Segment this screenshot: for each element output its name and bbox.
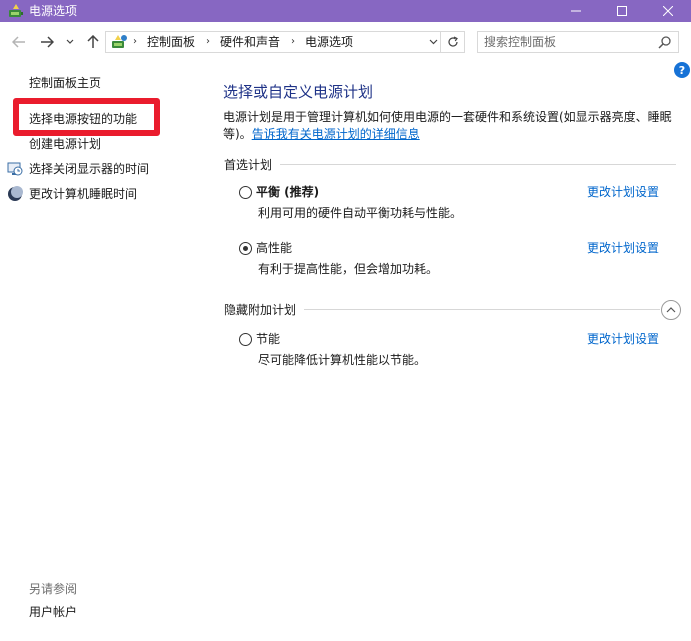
- moon-icon: [8, 186, 23, 201]
- chevron-down-icon: [66, 39, 74, 44]
- plan-power-saver-radio[interactable]: [239, 333, 252, 346]
- sidebar-link-control-panel-home[interactable]: 控制面板主页: [29, 75, 101, 91]
- power-options-icon: [9, 4, 23, 17]
- chevron-up-icon: [666, 307, 676, 313]
- help-icon: ?: [678, 63, 686, 77]
- sidebar-link-display-off[interactable]: 选择关闭显示器的时间: [7, 161, 149, 177]
- maximize-icon: [617, 6, 627, 16]
- plan-high-performance-radio[interactable]: [239, 242, 252, 255]
- chevron-down-icon: [429, 39, 437, 45]
- control-panel-icon: [112, 35, 127, 48]
- window-title: 电源选项: [29, 4, 78, 18]
- search-box[interactable]: [477, 31, 679, 53]
- plan-description: 尽可能降低计算机性能以节能。: [258, 353, 427, 367]
- change-plan-settings-link[interactable]: 更改计划设置: [587, 184, 659, 200]
- preferred-plans-header: 首选计划: [224, 157, 281, 173]
- breadcrumb-control-panel[interactable]: 控制面板: [147, 34, 195, 50]
- page-title: 选择或自定义电源计划: [223, 83, 374, 101]
- change-plan-settings-link[interactable]: 更改计划设置: [587, 240, 659, 256]
- address-history-button[interactable]: [426, 34, 440, 50]
- sidebar-link-label: 更改计算机睡眠时间: [29, 187, 138, 201]
- sidebar-link-label: 选择关闭显示器的时间: [29, 162, 150, 176]
- page-description: 电源计划是用于管理计算机如何使用电源的一套硬件和系统设置(如显示器亮度、睡眠等)…: [223, 109, 683, 143]
- collapse-hidden-plans-button[interactable]: [661, 300, 681, 320]
- group-divider: [226, 164, 676, 165]
- close-button[interactable]: [645, 0, 691, 22]
- plan-description: 利用可用的硬件自动平衡功耗与性能。: [258, 206, 463, 220]
- up-arrow-icon: [87, 35, 99, 48]
- see-also-link-user-accounts[interactable]: 用户帐户: [29, 604, 77, 620]
- sidebar-link-sleep-time[interactable]: 更改计算机睡眠时间: [7, 186, 137, 202]
- search-icon[interactable]: [658, 35, 672, 49]
- plan-name[interactable]: 高性能: [256, 240, 292, 256]
- plan-description: 有利于提高性能，但会增加功耗。: [258, 262, 439, 276]
- breadcrumb-separator: ›: [291, 36, 295, 47]
- title-bar: 电源选项: [0, 0, 691, 22]
- back-arrow-icon: [12, 36, 25, 48]
- up-button[interactable]: [84, 34, 102, 50]
- refresh-icon: [447, 36, 458, 47]
- refresh-button[interactable]: [441, 31, 465, 53]
- see-also-heading: 另请参阅: [29, 582, 78, 596]
- plan-name[interactable]: 平衡 (推荐): [256, 184, 319, 200]
- change-plan-settings-link[interactable]: 更改计划设置: [587, 331, 659, 347]
- help-button[interactable]: ?: [674, 62, 690, 78]
- breadcrumb-separator: ›: [133, 36, 137, 47]
- hidden-plans-header: 隐藏附加计划: [224, 302, 305, 318]
- forward-arrow-icon: [41, 36, 54, 48]
- maximize-button[interactable]: [599, 0, 645, 22]
- back-button[interactable]: [10, 34, 28, 50]
- highlight-box: [13, 98, 160, 136]
- plan-name[interactable]: 节能: [256, 331, 280, 347]
- close-icon: [663, 6, 673, 16]
- learn-more-link[interactable]: 告诉我有关电源计划的详细信息: [252, 127, 420, 141]
- minimize-button[interactable]: [553, 0, 599, 22]
- forward-button[interactable]: [38, 34, 56, 50]
- sidebar-link-create-plan[interactable]: 创建电源计划: [29, 136, 101, 152]
- breadcrumb-hardware-sound[interactable]: 硬件和声音: [220, 34, 280, 50]
- minimize-icon: [571, 10, 581, 12]
- plan-balanced-radio[interactable]: [239, 186, 252, 199]
- search-input[interactable]: [484, 34, 654, 50]
- address-bar[interactable]: › 控制面板 › 硬件和声音 › 电源选项: [105, 31, 441, 53]
- monitor-clock-icon: [7, 162, 23, 176]
- recent-locations-button[interactable]: [64, 34, 76, 50]
- breadcrumb-power-options[interactable]: 电源选项: [305, 34, 353, 50]
- breadcrumb-separator: ›: [206, 36, 210, 47]
